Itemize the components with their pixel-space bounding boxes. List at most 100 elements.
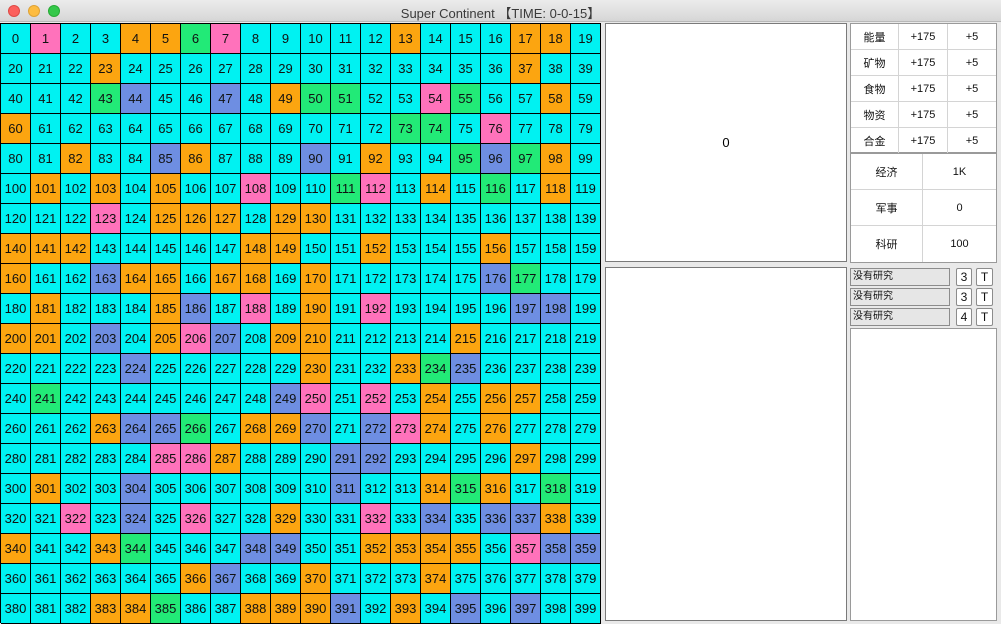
- map-tile[interactable]: 251: [331, 384, 361, 414]
- map-tile[interactable]: 132: [361, 204, 391, 234]
- map-tile[interactable]: 383: [91, 594, 121, 624]
- map-tile[interactable]: 137: [511, 204, 541, 234]
- map-tile[interactable]: 291: [331, 444, 361, 474]
- map-tile[interactable]: 34: [421, 54, 451, 84]
- map-tile[interactable]: 3: [91, 24, 121, 54]
- map-tile[interactable]: 135: [451, 204, 481, 234]
- map-tile[interactable]: 33: [391, 54, 421, 84]
- map-tile[interactable]: 330: [301, 504, 331, 534]
- map-tile[interactable]: 387: [211, 594, 241, 624]
- map-tile[interactable]: 70: [301, 114, 331, 144]
- map-tile[interactable]: 73: [391, 114, 421, 144]
- map-tile[interactable]: 63: [91, 114, 121, 144]
- map-tile[interactable]: 54: [421, 84, 451, 114]
- map-tile[interactable]: 151: [331, 234, 361, 264]
- map-tile[interactable]: 365: [151, 564, 181, 594]
- map-tile[interactable]: 361: [31, 564, 61, 594]
- map-tile[interactable]: 271: [331, 414, 361, 444]
- map-tile[interactable]: 189: [271, 294, 301, 324]
- map-tile[interactable]: 121: [31, 204, 61, 234]
- map-tile[interactable]: 122: [61, 204, 91, 234]
- map-tile[interactable]: 114: [421, 174, 451, 204]
- map-tile[interactable]: 11: [331, 24, 361, 54]
- map-tile[interactable]: 254: [421, 384, 451, 414]
- map-tile[interactable]: 69: [271, 114, 301, 144]
- map-tile[interactable]: 258: [541, 384, 571, 414]
- map-tile[interactable]: 204: [121, 324, 151, 354]
- map-tile[interactable]: 227: [211, 354, 241, 384]
- map-tile[interactable]: 76: [481, 114, 511, 144]
- map-tile[interactable]: 379: [571, 564, 601, 594]
- map-tile[interactable]: 287: [211, 444, 241, 474]
- map-tile[interactable]: 106: [181, 174, 211, 204]
- map-tile[interactable]: 327: [211, 504, 241, 534]
- map-tile[interactable]: 356: [481, 534, 511, 564]
- map-tile[interactable]: 4: [121, 24, 151, 54]
- map-tile[interactable]: 388: [241, 594, 271, 624]
- map-tile[interactable]: 124: [121, 204, 151, 234]
- map-tile[interactable]: 65: [151, 114, 181, 144]
- map-tile[interactable]: 344: [121, 534, 151, 564]
- map-tile[interactable]: 164: [121, 264, 151, 294]
- map-tile[interactable]: 219: [571, 324, 601, 354]
- map-tile[interactable]: 197: [511, 294, 541, 324]
- map-tile[interactable]: 157: [511, 234, 541, 264]
- map-tile[interactable]: 264: [121, 414, 151, 444]
- map-tile[interactable]: 193: [391, 294, 421, 324]
- map-tile[interactable]: 209: [271, 324, 301, 354]
- map-tile[interactable]: 397: [511, 594, 541, 624]
- map-tile[interactable]: 18: [541, 24, 571, 54]
- map-tile[interactable]: 304: [121, 474, 151, 504]
- map-tile[interactable]: 126: [181, 204, 211, 234]
- map-tile[interactable]: 381: [31, 594, 61, 624]
- map-tile[interactable]: 113: [391, 174, 421, 204]
- map-tile[interactable]: 398: [541, 594, 571, 624]
- map-tile[interactable]: 9: [271, 24, 301, 54]
- map-tile[interactable]: 246: [181, 384, 211, 414]
- map-tile[interactable]: 216: [481, 324, 511, 354]
- map-tile[interactable]: 213: [391, 324, 421, 354]
- map-tile[interactable]: 314: [421, 474, 451, 504]
- map-tile[interactable]: 231: [331, 354, 361, 384]
- map-tile[interactable]: 91: [331, 144, 361, 174]
- map-tile[interactable]: 186: [181, 294, 211, 324]
- map-tile[interactable]: 158: [541, 234, 571, 264]
- map-tile[interactable]: 307: [211, 474, 241, 504]
- map-tile[interactable]: 67: [211, 114, 241, 144]
- map-tile[interactable]: 99: [571, 144, 601, 174]
- map-tile[interactable]: 237: [511, 354, 541, 384]
- map-tile[interactable]: 55: [451, 84, 481, 114]
- map-tile[interactable]: 192: [361, 294, 391, 324]
- map-tile[interactable]: 357: [511, 534, 541, 564]
- map-tile[interactable]: 222: [61, 354, 91, 384]
- map-tile[interactable]: 391: [331, 594, 361, 624]
- map-tile[interactable]: 212: [361, 324, 391, 354]
- map-tile[interactable]: 300: [1, 474, 31, 504]
- map-tile[interactable]: 263: [91, 414, 121, 444]
- map-tile[interactable]: 322: [61, 504, 91, 534]
- map-tile[interactable]: 317: [511, 474, 541, 504]
- map-tile[interactable]: 108: [241, 174, 271, 204]
- map-tile[interactable]: 101: [31, 174, 61, 204]
- map-tile[interactable]: 298: [541, 444, 571, 474]
- map-tile[interactable]: 51: [331, 84, 361, 114]
- map-tile[interactable]: 276: [481, 414, 511, 444]
- map-tile[interactable]: 196: [481, 294, 511, 324]
- map-tile[interactable]: 0: [1, 24, 31, 54]
- map-tile[interactable]: 12: [361, 24, 391, 54]
- map-tile[interactable]: 6: [181, 24, 211, 54]
- map-tile[interactable]: 370: [301, 564, 331, 594]
- map-tile[interactable]: 240: [1, 384, 31, 414]
- map-tile[interactable]: 50: [301, 84, 331, 114]
- map-tile[interactable]: 97: [511, 144, 541, 174]
- map-tile[interactable]: 81: [31, 144, 61, 174]
- map-tile[interactable]: 14: [421, 24, 451, 54]
- map-tile[interactable]: 38: [541, 54, 571, 84]
- map-tile[interactable]: 40: [1, 84, 31, 114]
- map-tile[interactable]: 286: [181, 444, 211, 474]
- map-tile[interactable]: 338: [541, 504, 571, 534]
- map-tile[interactable]: 57: [511, 84, 541, 114]
- map-tile[interactable]: 115: [451, 174, 481, 204]
- map-tile[interactable]: 243: [91, 384, 121, 414]
- map-tile[interactable]: 360: [1, 564, 31, 594]
